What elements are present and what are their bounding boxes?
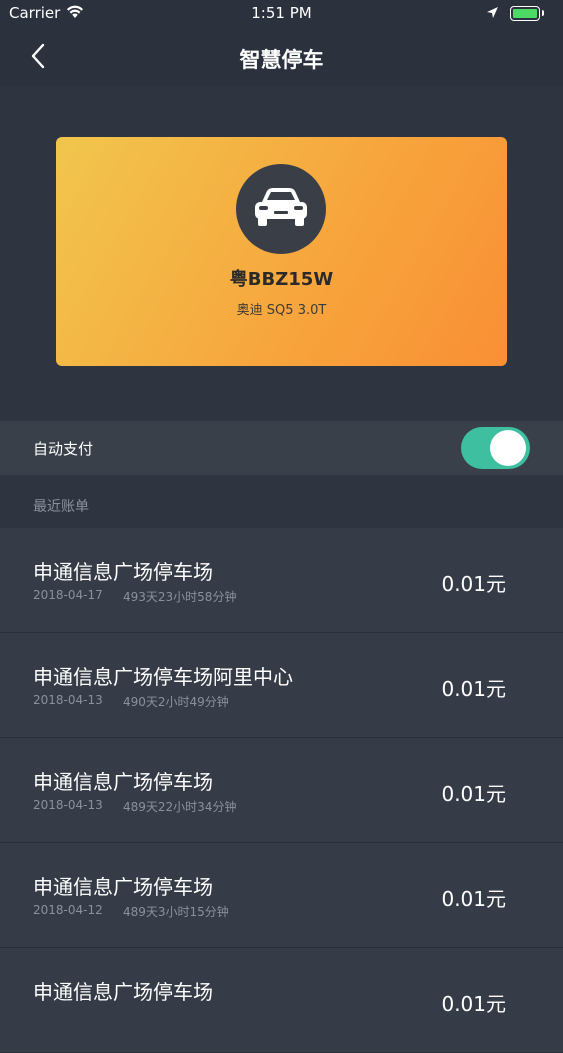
car-icon (255, 188, 307, 226)
status-bar: Carrier 1:51 PM (0, 0, 563, 28)
bill-item[interactable]: 申通信息广场停车场 2018-04-17 493天23小时58分钟 0.01元 (0, 528, 563, 633)
nav-bar: 智慧停车 (0, 28, 563, 86)
parking-duration: 489天3小时15分钟 (123, 905, 229, 919)
parking-duration: 490天2小时49分钟 (123, 695, 229, 709)
car-model: 奥迪 SQ5 3.0T (236, 303, 327, 318)
bill-item[interactable]: 申通信息广场停车场 0.01元 (0, 948, 563, 1053)
recent-bills-header: 最近账单 (33, 499, 89, 515)
bill-date: 2018-04-13 (33, 798, 103, 812)
parking-lot-name: 申通信息广场停车场 (33, 980, 213, 1004)
bill-amount: 0.01元 (441, 782, 506, 806)
license-plate: 粤BBZ15W (229, 269, 334, 290)
bill-item[interactable]: 申通信息广场停车场 2018-04-12 489天3小时15分钟 0.01元 (0, 843, 563, 948)
bill-item[interactable]: 申通信息广场停车场阿里中心 2018-04-13 490天2小时49分钟 0.0… (0, 633, 563, 738)
bill-date: 2018-04-12 (33, 903, 103, 917)
parking-duration: 489天22小时34分钟 (123, 800, 237, 814)
status-time: 1:51 PM (251, 4, 312, 22)
parking-lot-name: 申通信息广场停车场阿里中心 (33, 665, 293, 689)
bill-date: 2018-04-13 (33, 693, 103, 707)
bill-amount: 0.01元 (441, 887, 506, 911)
parking-lot-name: 申通信息广场停车场 (33, 875, 213, 899)
auto-pay-row: 自动支付 (0, 421, 563, 475)
auto-pay-toggle[interactable] (461, 427, 530, 469)
bill-date: 2018-04-17 (33, 588, 103, 602)
car-card[interactable]: 粤BBZ15W 奥迪 SQ5 3.0T (56, 137, 507, 366)
battery-icon (510, 6, 544, 21)
bill-amount: 0.01元 (441, 677, 506, 701)
bill-amount: 0.01元 (441, 572, 506, 596)
bill-list: 申通信息广场停车场 2018-04-17 493天23小时58分钟 0.01元 … (0, 528, 563, 1053)
toggle-knob (490, 430, 526, 466)
parking-lot-name: 申通信息广场停车场 (33, 560, 213, 584)
parking-lot-name: 申通信息广场停车场 (33, 770, 213, 794)
auto-pay-label: 自动支付 (33, 440, 94, 458)
car-avatar (236, 164, 326, 254)
parking-duration: 493天23小时58分钟 (123, 590, 237, 604)
location-arrow-icon (486, 5, 499, 23)
bill-amount: 0.01元 (441, 992, 506, 1016)
page-title: 智慧停车 (239, 48, 324, 72)
bill-item[interactable]: 申通信息广场停车场 2018-04-13 489天22小时34分钟 0.01元 (0, 738, 563, 843)
